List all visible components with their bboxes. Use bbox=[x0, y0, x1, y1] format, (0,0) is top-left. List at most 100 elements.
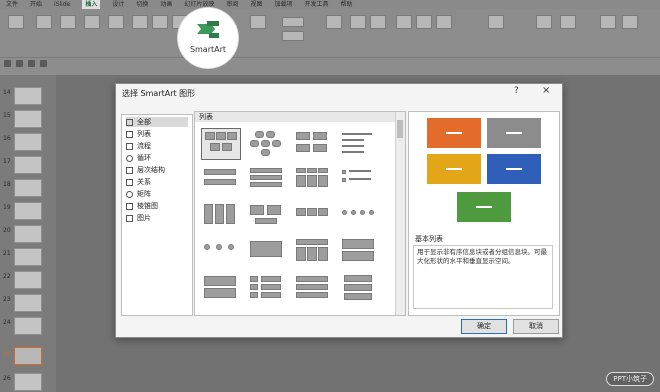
layout-circle-list[interactable] bbox=[339, 200, 377, 230]
cancel-button[interactable]: 取消 bbox=[513, 319, 559, 334]
link-icon[interactable] bbox=[350, 15, 366, 29]
video-icon[interactable] bbox=[600, 15, 616, 29]
layout-grid-matrix[interactable] bbox=[339, 236, 377, 266]
category-process[interactable]: 流程 bbox=[126, 141, 188, 151]
slide-thumbnail[interactable] bbox=[14, 156, 42, 174]
comment-icon[interactable] bbox=[370, 15, 386, 29]
ribbon-tab-bar: 文件 开始 iSlide 插入 设计 切换 动画 幻灯片放映 审阅 视图 加载项… bbox=[0, 0, 660, 9]
layout-lined-picture[interactable] bbox=[247, 272, 285, 302]
layout-tab-list[interactable] bbox=[293, 200, 331, 230]
addin-my-icon[interactable] bbox=[282, 31, 304, 41]
tab-islide[interactable]: iSlide bbox=[54, 0, 70, 9]
layout-gallery: 列表 bbox=[194, 111, 406, 316]
slide-thumbnail[interactable] bbox=[14, 248, 42, 266]
album-icon[interactable] bbox=[108, 15, 124, 29]
ok-button[interactable]: 确定 bbox=[461, 319, 507, 334]
category-hierarchy[interactable]: 层次结构 bbox=[126, 165, 188, 175]
category-pyramid[interactable]: 棱锥图 bbox=[126, 201, 188, 211]
layout-stacked-list[interactable] bbox=[247, 164, 285, 194]
audio-icon[interactable] bbox=[622, 15, 638, 29]
object-icon[interactable] bbox=[488, 15, 504, 29]
close-icon[interactable]: × bbox=[542, 85, 550, 96]
tab-home[interactable]: 开始 bbox=[30, 0, 42, 9]
category-all[interactable]: 全部 bbox=[126, 117, 188, 127]
category-cycle[interactable]: 循环 bbox=[126, 153, 188, 163]
layout-basic-list[interactable] bbox=[201, 128, 241, 160]
chart-icon[interactable] bbox=[250, 15, 266, 29]
layout-accent-process[interactable] bbox=[247, 200, 285, 230]
tab-file[interactable]: 文件 bbox=[6, 0, 18, 9]
new-slide-icon[interactable] bbox=[8, 15, 24, 29]
layout-grouped-list[interactable] bbox=[293, 128, 331, 158]
process-icon bbox=[126, 142, 133, 150]
addin-get-icon[interactable] bbox=[282, 17, 304, 27]
table-icon[interactable] bbox=[36, 15, 52, 29]
tab-addins[interactable]: 加载项 bbox=[274, 0, 292, 9]
slide-thumbnail[interactable] bbox=[14, 225, 42, 243]
zoom-icon[interactable] bbox=[326, 15, 342, 29]
slide-number: 18 bbox=[3, 181, 11, 188]
layout-circle-picture[interactable] bbox=[201, 272, 239, 302]
preview-shape-1 bbox=[427, 118, 481, 148]
layout-block-list[interactable] bbox=[247, 236, 285, 266]
watermark: PPT小筑子 bbox=[606, 372, 654, 386]
slide-thumbnail[interactable] bbox=[14, 373, 42, 391]
category-matrix[interactable]: 矩阵 bbox=[126, 189, 188, 199]
category-label: 层次结构 bbox=[137, 166, 165, 174]
ribbon bbox=[0, 9, 660, 57]
tab-review[interactable]: 审阅 bbox=[226, 0, 238, 9]
slide-number: 20 bbox=[3, 227, 11, 234]
textbox-icon[interactable] bbox=[396, 15, 412, 29]
tab-view[interactable]: 视图 bbox=[250, 0, 262, 9]
layout-horizontal-bullet[interactable] bbox=[293, 164, 331, 194]
undo-icon[interactable] bbox=[16, 60, 23, 67]
slide-number: 21 bbox=[3, 250, 11, 257]
symbol-icon[interactable] bbox=[560, 15, 576, 29]
layout-table-list[interactable] bbox=[293, 236, 331, 266]
layout-hexagon[interactable] bbox=[247, 128, 285, 158]
help-button[interactable]: ? bbox=[514, 86, 519, 96]
slide-thumbnail[interactable] bbox=[14, 294, 42, 312]
picture-icon[interactable] bbox=[60, 15, 76, 29]
category-label: 流程 bbox=[137, 142, 151, 150]
layout-pin-list[interactable] bbox=[201, 236, 239, 266]
tab-insert[interactable]: 插入 bbox=[82, 0, 101, 9]
layout-vertical-box[interactable] bbox=[293, 272, 331, 302]
smartart-button[interactable]: SmartArt bbox=[178, 8, 238, 68]
layout-stacked-box[interactable] bbox=[339, 272, 377, 302]
tab-developer[interactable]: 开发工具 bbox=[304, 0, 328, 9]
layout-lined-list[interactable] bbox=[339, 128, 377, 158]
gallery-scrollbar[interactable] bbox=[395, 112, 405, 315]
category-label: 图片 bbox=[137, 214, 151, 222]
header-footer-icon[interactable] bbox=[416, 15, 432, 29]
category-relationship[interactable]: 关系 bbox=[126, 177, 188, 187]
dialog-title: 选择 SmartArt 图形 bbox=[122, 89, 196, 98]
layout-picture-caption[interactable] bbox=[201, 200, 239, 230]
layout-vertical-bullet[interactable] bbox=[201, 164, 239, 194]
slide-thumbnail[interactable] bbox=[14, 179, 42, 197]
layout-square-accent[interactable] bbox=[339, 164, 377, 194]
slide-thumbnail-selected[interactable] bbox=[14, 347, 42, 365]
scrollbar-thumb[interactable] bbox=[397, 120, 403, 138]
slide-thumbnail[interactable] bbox=[14, 271, 42, 289]
tab-animations[interactable]: 动画 bbox=[160, 0, 172, 9]
screenshot-icon[interactable] bbox=[84, 15, 100, 29]
wordart-icon[interactable] bbox=[436, 15, 452, 29]
save-icon[interactable] bbox=[4, 60, 11, 67]
icons-icon[interactable] bbox=[152, 15, 168, 29]
slide-thumbnail[interactable] bbox=[14, 87, 42, 105]
equation-icon[interactable] bbox=[536, 15, 552, 29]
category-list-item[interactable]: 列表 bbox=[126, 129, 188, 139]
slide-thumbnail[interactable] bbox=[14, 317, 42, 335]
present-icon[interactable] bbox=[40, 60, 47, 67]
slide-thumbnail[interactable] bbox=[14, 202, 42, 220]
redo-icon[interactable] bbox=[28, 60, 35, 67]
tab-help[interactable]: 帮助 bbox=[340, 0, 352, 9]
tab-design[interactable]: 设计 bbox=[112, 0, 124, 9]
slide-thumbnail[interactable] bbox=[14, 133, 42, 151]
slide-thumbnail[interactable] bbox=[14, 110, 42, 128]
shapes-icon[interactable] bbox=[132, 15, 148, 29]
tab-transitions[interactable]: 切换 bbox=[136, 0, 148, 9]
category-picture[interactable]: 图片 bbox=[126, 213, 188, 223]
category-label: 棱锥图 bbox=[137, 202, 158, 210]
